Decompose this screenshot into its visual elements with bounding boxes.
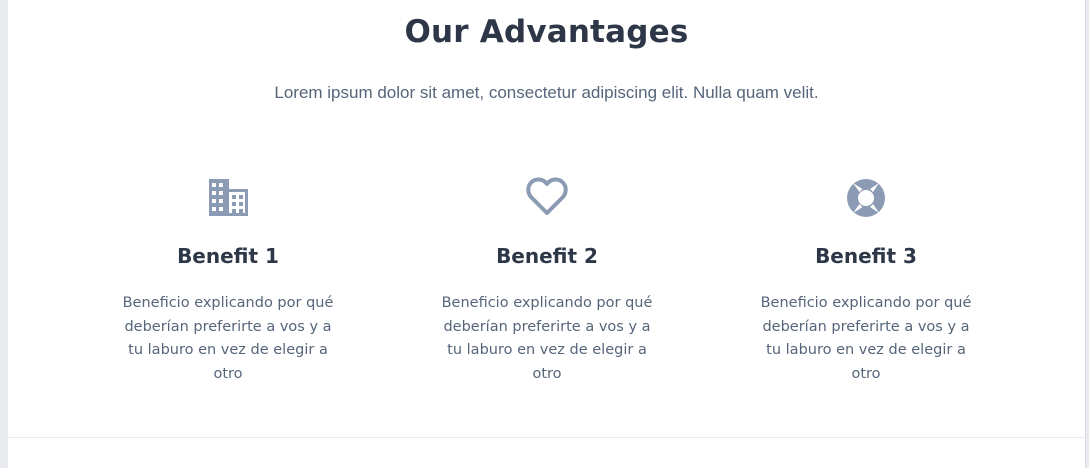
benefit-title: Benefit 1: [177, 244, 279, 268]
benefit-title: Benefit 3: [815, 244, 917, 268]
benefit-card-3: Benefit 3 Beneficio explicando por qué d…: [746, 172, 986, 386]
benefit-title: Benefit 2: [496, 244, 598, 268]
benefit-description: Beneficio explicando por qué deberían pr…: [122, 295, 334, 382]
heart-icon: [526, 177, 568, 215]
building-icon: [209, 179, 248, 216]
lifebuoy-icon: [847, 179, 885, 217]
advantages-section: Our Advantages Lorem ipsum dolor sit ame…: [8, 0, 1086, 468]
benefit-card-2: Benefit 2 Beneficio explicando por qué d…: [427, 172, 667, 386]
section-title: Our Advantages: [404, 14, 689, 50]
benefit-description: Beneficio explicando por qué deberían pr…: [441, 295, 653, 382]
section-divider: [8, 437, 1085, 438]
benefit-card-1: Benefit 1 Beneficio explicando por qué d…: [108, 172, 348, 386]
section-subtitle: Lorem ipsum dolor sit amet, consectetur …: [274, 83, 819, 102]
benefit-description: Beneficio explicando por qué deberían pr…: [760, 295, 972, 382]
